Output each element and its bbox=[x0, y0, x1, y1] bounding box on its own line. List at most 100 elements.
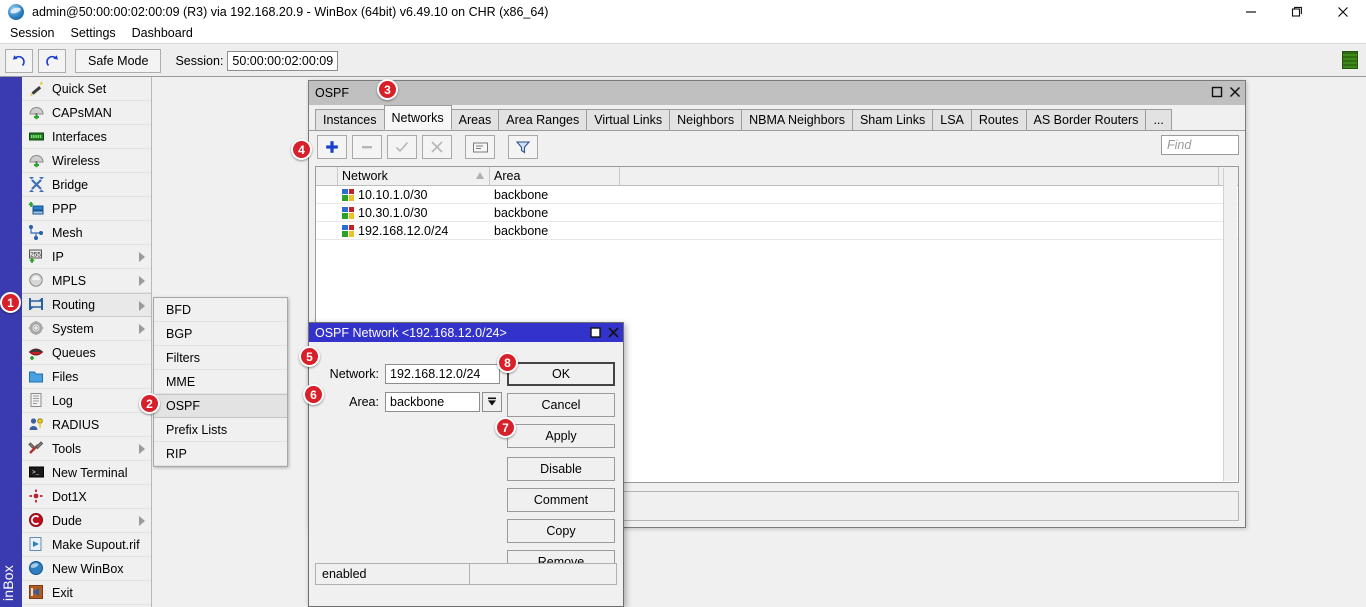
filter-button[interactable] bbox=[508, 135, 538, 159]
dialog-window-controls bbox=[587, 324, 621, 340]
sidebar-item-dude[interactable]: Dude bbox=[22, 509, 151, 533]
comment-button[interactable]: Comment bbox=[507, 488, 615, 512]
network-input[interactable]: 192.168.12.0/24 bbox=[385, 364, 500, 384]
close-icon[interactable] bbox=[1320, 0, 1366, 24]
minimize-icon[interactable] bbox=[1228, 0, 1274, 24]
sidebar-item-queues[interactable]: Queues bbox=[22, 341, 151, 365]
sidebar-item-label: Bridge bbox=[52, 177, 89, 192]
ospf-restore-icon[interactable] bbox=[1208, 83, 1225, 100]
rail-label: inBox bbox=[0, 564, 16, 601]
tab-routes[interactable]: Routes bbox=[970, 109, 1027, 130]
sidebar-item-system[interactable]: System bbox=[22, 317, 151, 341]
table-row[interactable]: 10.30.1.0/30 backbone bbox=[316, 204, 1238, 222]
remove-button[interactable] bbox=[352, 135, 382, 159]
grid-header-spacer bbox=[620, 167, 1238, 185]
sidebar-item-log[interactable]: Log bbox=[22, 389, 151, 413]
row-network-cell: 10.10.1.0/30 bbox=[338, 186, 490, 203]
redo-button[interactable] bbox=[38, 48, 66, 73]
tab-sham-links[interactable]: Sham Links bbox=[851, 109, 934, 130]
tab-virtual-links[interactable]: Virtual Links bbox=[586, 109, 671, 130]
sidebar-item-routing[interactable]: Routing bbox=[22, 293, 151, 317]
tab-neighbors[interactable]: Neighbors bbox=[669, 109, 743, 130]
sidebar-item-radius[interactable]: RADIUS bbox=[22, 413, 151, 437]
step-badge-6: 6 bbox=[303, 384, 324, 405]
menu-settings[interactable]: Settings bbox=[62, 24, 123, 43]
sidebar-item-ip[interactable]: 255 IP bbox=[22, 245, 151, 269]
ospf-toolbar: Find bbox=[309, 131, 1245, 163]
row-area-cell: backbone bbox=[494, 205, 549, 220]
undo-button[interactable] bbox=[5, 48, 33, 73]
sidebar-item-label: New Terminal bbox=[52, 465, 128, 480]
sidebar-item-label: Interfaces bbox=[52, 129, 107, 144]
sidebar-item-label: Make Supout.rif bbox=[52, 537, 140, 552]
sidebar-item-label: Routing bbox=[52, 298, 96, 312]
disable-button[interactable]: Disable bbox=[507, 457, 615, 481]
tab-areas[interactable]: Areas bbox=[450, 109, 500, 130]
sidebar-item-ppp[interactable]: PPP bbox=[22, 197, 151, 221]
row-spacer-cell bbox=[620, 222, 1238, 239]
enable-button[interactable] bbox=[387, 135, 417, 159]
menu-dashboard[interactable]: Dashboard bbox=[124, 24, 201, 43]
routing-submenu-item-bfd[interactable]: BFD bbox=[154, 298, 287, 322]
tab-instances[interactable]: Instances bbox=[315, 109, 385, 130]
tab-nbma-neighbors[interactable]: NBMA Neighbors bbox=[741, 109, 853, 130]
add-button[interactable] bbox=[317, 135, 347, 159]
grid-vertical-scrollbar[interactable] bbox=[1223, 168, 1237, 481]
sidebar-item-wireless[interactable]: Wireless bbox=[22, 149, 151, 173]
sidebar-item-interfaces[interactable]: Interfaces bbox=[22, 125, 151, 149]
routing-submenu-item-ospf[interactable]: OSPF bbox=[154, 394, 287, 418]
routing-submenu-item-bgp[interactable]: BGP bbox=[154, 322, 287, 346]
routing-submenu-item-prefix-lists[interactable]: Prefix Lists bbox=[154, 418, 287, 442]
tab-[interactable]: ... bbox=[1145, 109, 1172, 130]
network-icon bbox=[342, 224, 354, 237]
table-row[interactable]: 10.10.1.0/30 backbone bbox=[316, 186, 1238, 204]
chevron-right-icon bbox=[139, 324, 145, 334]
sidebar-menu: Quick Set CAPsMAN Interfaces Wireless Bridge… bbox=[22, 77, 152, 607]
tab-networks[interactable]: Networks bbox=[383, 105, 452, 130]
step-badge-4: 4 bbox=[291, 139, 312, 160]
routing-submenu-item-filters[interactable]: Filters bbox=[154, 346, 287, 370]
sidebar-item-tools[interactable]: Tools bbox=[22, 437, 151, 461]
sidebar-item-mesh[interactable]: Mesh bbox=[22, 221, 151, 245]
network-field-row: Network: 192.168.12.0/24 bbox=[317, 364, 500, 384]
grid-header-area[interactable]: Area bbox=[490, 167, 620, 185]
sidebar-item-mpls[interactable]: MPLS bbox=[22, 269, 151, 293]
area-dropdown-button[interactable] bbox=[482, 392, 502, 412]
safe-mode-button[interactable]: Safe Mode bbox=[75, 48, 162, 73]
find-input[interactable]: Find bbox=[1161, 135, 1239, 155]
tab-as-border-routers[interactable]: AS Border Routers bbox=[1025, 109, 1147, 130]
sidebar-item-quick-set[interactable]: Quick Set bbox=[22, 77, 151, 101]
menu-session[interactable]: Session bbox=[2, 24, 62, 43]
svg-text:>_: >_ bbox=[32, 469, 40, 476]
row-network-text: 10.30.1.0/30 bbox=[358, 205, 428, 220]
maximize-icon[interactable] bbox=[1274, 0, 1320, 24]
winbox-app: admin@50:00:00:02:00:09 (R3) via 192.168… bbox=[0, 0, 1366, 607]
cancel-button[interactable]: Cancel bbox=[507, 393, 615, 417]
tab-area-ranges[interactable]: Area Ranges bbox=[498, 109, 588, 130]
sidebar-item-make-supout-rif[interactable]: Make Supout.rif bbox=[22, 533, 151, 557]
routing-submenu-item-rip[interactable]: RIP bbox=[154, 442, 287, 466]
area-input[interactable]: backbone bbox=[385, 392, 480, 412]
tab-lsa[interactable]: LSA bbox=[932, 109, 972, 130]
sidebar-item-bridge[interactable]: Bridge bbox=[22, 173, 151, 197]
window-controls bbox=[1228, 0, 1366, 24]
ok-button[interactable]: OK bbox=[507, 362, 615, 386]
sort-ascending-icon bbox=[476, 172, 484, 179]
session-input[interactable]: 50:00:00:02:00:09 bbox=[227, 50, 339, 71]
table-row[interactable]: 192.168.12.0/24 backbone bbox=[316, 222, 1238, 240]
dialog-restore-icon[interactable] bbox=[587, 324, 603, 340]
dialog-close-icon[interactable] bbox=[605, 324, 621, 340]
sidebar-item-new-winbox[interactable]: New WinBox bbox=[22, 557, 151, 581]
sidebar-item-capsman[interactable]: CAPsMAN bbox=[22, 101, 151, 125]
apply-button[interactable]: Apply bbox=[507, 424, 615, 448]
sidebar-item-files[interactable]: Files bbox=[22, 365, 151, 389]
disable-button[interactable] bbox=[422, 135, 452, 159]
routing-submenu-item-mme[interactable]: MME bbox=[154, 370, 287, 394]
sidebar-item-new-terminal[interactable]: >_ New Terminal bbox=[22, 461, 151, 485]
ospf-close-icon[interactable] bbox=[1226, 83, 1243, 100]
copy-button[interactable]: Copy bbox=[507, 519, 615, 543]
sidebar-item-exit[interactable]: Exit bbox=[22, 581, 151, 605]
sidebar-item-dot1x[interactable]: Dot1X bbox=[22, 485, 151, 509]
grid-header-network[interactable]: Network bbox=[338, 167, 490, 185]
comment-button[interactable] bbox=[465, 135, 495, 159]
